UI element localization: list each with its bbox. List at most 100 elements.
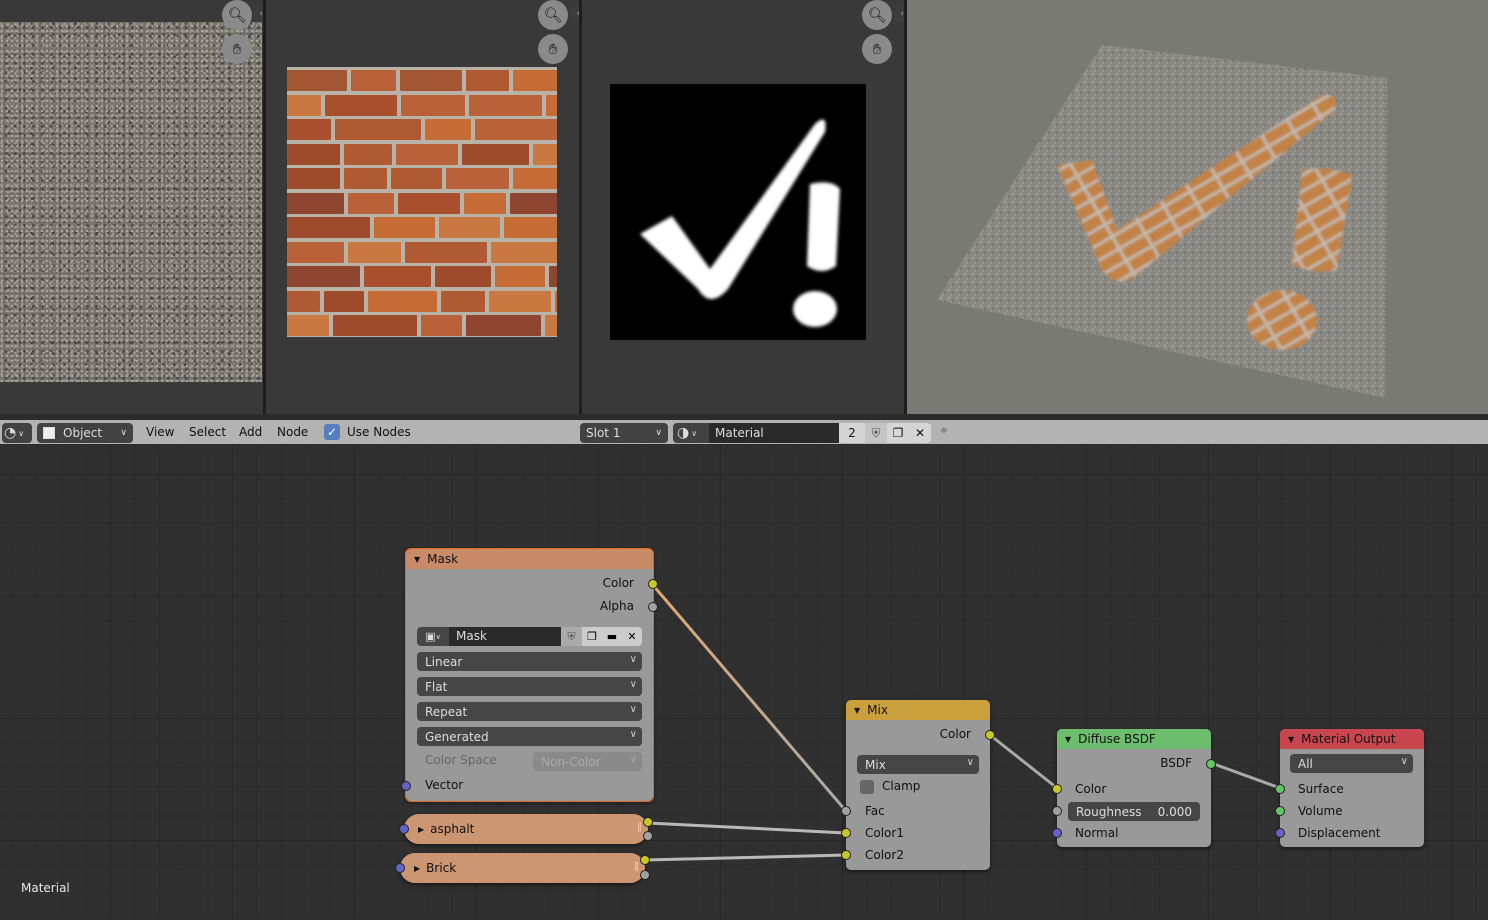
extension-dropdown[interactable]: Repeat ∨ <box>417 702 642 721</box>
input-normal-socket[interactable] <box>1052 828 1062 838</box>
zoom-in-icon[interactable]: 🔍︎ <box>538 0 568 30</box>
duplicate-image-button[interactable]: ❐ <box>582 627 602 646</box>
input-color1-socket[interactable] <box>841 828 851 838</box>
node-header[interactable]: ▼ Material Output <box>1280 729 1424 749</box>
brick <box>510 192 557 214</box>
image-editor-brick[interactable]: 🔍︎ ✋︎ ‹› <box>266 0 589 414</box>
hand-pan-icon[interactable]: ✋︎ <box>538 34 568 64</box>
hand-pan-icon[interactable]: ✋︎ <box>862 34 892 64</box>
node-header[interactable]: ▼ Diffuse BSDF <box>1057 729 1211 749</box>
fake-user-button[interactable]: ⛨ <box>561 627 582 646</box>
shield-icon: ⛨ <box>871 425 881 440</box>
menu-node[interactable]: Node <box>277 425 308 439</box>
mode-dropdown[interactable]: Object ∨ <box>37 423 133 443</box>
input-color2-socket[interactable] <box>841 850 851 860</box>
mix-rgb-node[interactable]: ▼ Mix Color Mix ∨ Clamp Fac Color1 Color2 <box>841 700 995 870</box>
material-name-field[interactable]: Material <box>709 423 839 443</box>
image-editor-asphalt[interactable]: 🔍︎ ✋︎ ‹› <box>0 0 272 414</box>
node-title: Diffuse BSDF <box>1078 732 1156 746</box>
checkmark-mask-shape <box>640 119 840 327</box>
brick <box>333 315 417 336</box>
collapse-triangle-icon[interactable]: ▼ <box>1065 735 1071 744</box>
output-alpha-socket[interactable] <box>640 870 650 880</box>
unlink-image-button[interactable]: ✕ <box>622 627 642 646</box>
brick <box>344 143 392 165</box>
output-alpha-socket[interactable] <box>643 831 653 841</box>
output-target-dropdown[interactable]: All ∨ <box>1290 754 1413 773</box>
menu-select[interactable]: Select <box>189 425 226 439</box>
fake-user-button[interactable]: ⛨ <box>865 423 887 443</box>
interpolation-dropdown[interactable]: Linear ∨ <box>417 652 642 671</box>
expand-triangle-icon[interactable]: ▶ <box>418 825 424 834</box>
link-diffuse-to-output <box>1210 761 1281 790</box>
input-vector-socket[interactable] <box>399 824 409 834</box>
blend-type-dropdown[interactable]: Mix ∨ <box>857 755 979 774</box>
brick <box>549 266 557 287</box>
output-alpha-socket[interactable] <box>648 602 658 612</box>
node-editor-header: ◔ ∨ Object ∨ View Select Add Node ✓ Use N… <box>0 419 1488 444</box>
projection-dropdown[interactable]: Flat ∨ <box>417 677 642 696</box>
material-user-count[interactable]: 2 <box>839 423 865 443</box>
node-header[interactable]: ▼ Mask <box>406 549 653 569</box>
brick <box>287 70 347 91</box>
close-icon: ✕ <box>914 426 926 440</box>
menu-add[interactable]: Add <box>239 425 262 439</box>
brick <box>287 266 360 287</box>
output-color-socket[interactable] <box>648 579 658 589</box>
image-name-field[interactable]: Mask <box>449 627 561 646</box>
input-fac-socket[interactable] <box>841 806 851 816</box>
material-output-node[interactable]: ▼ Material Output All ∨ Surface Volume Di… <box>1275 729 1424 847</box>
input-vector-socket[interactable] <box>401 781 411 791</box>
image-editor-mask[interactable]: 🔍︎ ✋︎ ‹› <box>582 0 913 414</box>
chevron-down-icon: ∨ <box>629 704 637 715</box>
zoom-in-icon[interactable]: 🔍︎ <box>862 0 892 30</box>
source-dropdown[interactable]: Generated ∨ <box>417 727 642 746</box>
brick <box>348 241 401 263</box>
expand-triangle-icon[interactable]: ▶ <box>414 864 420 873</box>
slot-dropdown[interactable]: Slot 1 ∨ <box>580 423 668 443</box>
input-roughness-socket[interactable] <box>1052 806 1062 816</box>
collapse-triangle-icon[interactable]: ▼ <box>414 555 420 564</box>
node-title: Mask <box>427 552 459 566</box>
output-bsdf-socket[interactable] <box>1206 759 1216 769</box>
unlink-material-button[interactable]: ✕ <box>909 423 931 443</box>
image-datablock-selector[interactable]: ▣ ∨ Mask ⛨ ❐ ▬ ✕ <box>417 627 642 646</box>
open-image-button[interactable]: ▬ <box>602 627 622 646</box>
output-color-socket[interactable] <box>640 855 650 865</box>
hand-pan-icon[interactable]: ✋︎ <box>222 34 252 64</box>
chevron-down-icon: ∨ <box>18 428 25 438</box>
material-browse-button[interactable]: ◑ ∨ <box>673 423 709 443</box>
brick <box>439 217 500 238</box>
input-vector-socket[interactable] <box>395 863 405 873</box>
node-title: asphalt <box>430 822 475 836</box>
diffuse-bsdf-node[interactable]: ▼ Diffuse BSDF BSDF Color Roughness 0.00… <box>1052 729 1216 847</box>
duplicate-material-button[interactable]: ❐ <box>887 423 909 443</box>
brick <box>287 241 344 263</box>
brick <box>546 94 557 116</box>
image-icon: ▣ <box>425 630 436 643</box>
collapse-triangle-icon[interactable]: ▼ <box>854 706 860 715</box>
roughness-field[interactable]: Roughness 0.000 <box>1068 802 1200 821</box>
mask-image-texture-node[interactable]: ▼ Mask Color Alpha ▣ ∨ Mask ⛨ ❐ ▬ ✕ Linea… <box>401 548 658 802</box>
input-color-socket[interactable] <box>1052 784 1062 794</box>
collapse-triangle-icon[interactable]: ▼ <box>1288 735 1294 744</box>
input-surface-socket[interactable] <box>1275 784 1285 794</box>
viewport-3d[interactable] <box>907 0 1488 414</box>
image-browse-button[interactable]: ▣ ∨ <box>417 627 449 646</box>
zoom-in-icon[interactable]: 🔍︎ <box>222 0 252 30</box>
use-nodes-checkbox[interactable]: ✓ <box>324 424 340 440</box>
output-color-socket[interactable] <box>643 817 653 827</box>
pin-icon[interactable]: ⌖ <box>940 423 948 439</box>
node-header[interactable]: ▼ Mix <box>846 700 990 720</box>
input-volume-socket[interactable] <box>1275 806 1285 816</box>
node-editor-canvas[interactable]: ▼ Mask Color Alpha ▣ ∨ Mask ⛨ ❐ ▬ ✕ Linea… <box>0 445 1488 920</box>
asphalt-image-node-collapsed[interactable]: ▶ asphalt ‖ <box>404 814 648 844</box>
brick <box>398 192 460 214</box>
menu-view[interactable]: View <box>146 425 174 439</box>
output-color-socket[interactable] <box>985 730 995 740</box>
editor-type-dropdown[interactable]: ◔ ∨ <box>2 423 32 443</box>
input-displacement-socket[interactable] <box>1275 828 1285 838</box>
color-space-label: Color Space <box>425 753 497 767</box>
clamp-checkbox[interactable] <box>860 780 874 794</box>
brick-image-node-collapsed[interactable]: ▶ Brick ‖ <box>400 853 645 883</box>
